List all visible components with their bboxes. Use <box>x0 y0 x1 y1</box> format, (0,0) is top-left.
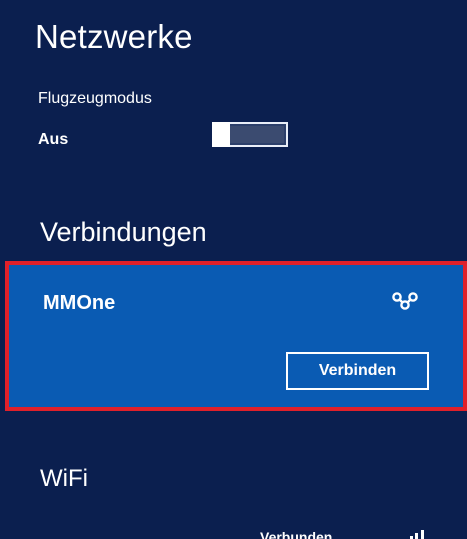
wifi-heading: WiFi <box>40 465 88 492</box>
wifi-network-name: .... <box>38 529 54 539</box>
network-card-mmone[interactable]: MMOne Verbinden <box>5 261 467 411</box>
network-name: MMOne <box>43 292 116 314</box>
connections-heading: Verbindungen <box>40 217 207 247</box>
wifi-list-item[interactable]: .... Verbunden <box>0 527 467 539</box>
toggle-fill <box>230 126 284 143</box>
mobile-broadband-icon <box>392 292 418 310</box>
wifi-status: Verbunden <box>260 529 333 539</box>
page-title: Netzwerke <box>35 18 193 55</box>
airplane-mode-label: Flugzeugmodus <box>38 90 152 107</box>
airplane-mode-toggle[interactable] <box>212 122 288 147</box>
wifi-signal-icon <box>410 530 424 539</box>
airplane-mode-state: Aus <box>38 131 69 148</box>
toggle-knob[interactable] <box>212 122 230 147</box>
connect-button[interactable]: Verbinden <box>286 352 429 390</box>
